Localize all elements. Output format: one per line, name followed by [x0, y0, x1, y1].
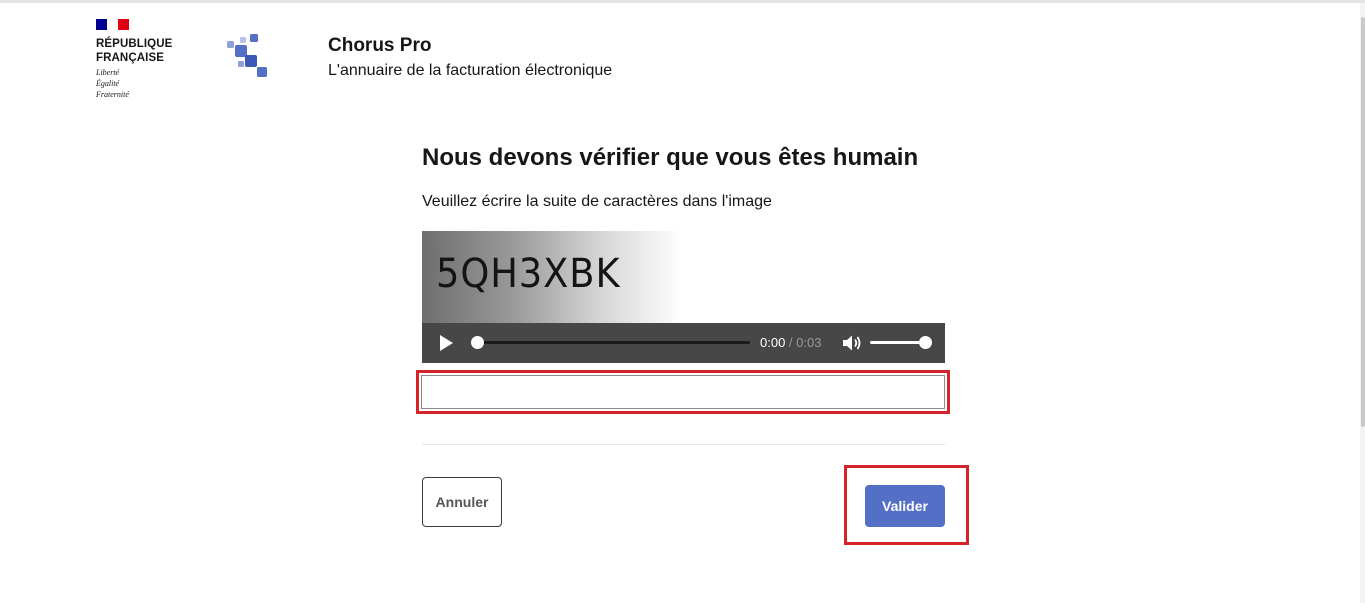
french-flag-icon — [96, 19, 129, 30]
flag-white-stripe — [107, 19, 118, 30]
audio-current-time: 0:00 — [760, 335, 786, 350]
service-tagline: L'annuaire de la facturation électroniqu… — [328, 62, 613, 79]
republique-line-1: RÉPUBLIQUE — [96, 38, 173, 50]
captcha-image: 5QH3XBK — [422, 231, 683, 323]
motto-fraternite: Fraternité — [96, 90, 129, 99]
scrollbar-track[interactable] — [1360, 3, 1365, 603]
audio-duration: 0:03 — [796, 335, 822, 350]
volume-icon[interactable] — [842, 334, 862, 352]
captcha-audio-player: 0:00 / 0:03 — [422, 323, 945, 363]
validate-button[interactable]: Valider — [865, 485, 945, 527]
top-border — [0, 0, 1365, 3]
motto-egalite: Égalité — [96, 79, 120, 88]
volume-slider[interactable] — [870, 336, 932, 349]
audio-time: 0:00 / 0:03 — [760, 335, 821, 351]
audio-progress-handle[interactable] — [471, 336, 484, 349]
motto-liberte: Liberté — [96, 68, 120, 77]
republique-francaise-name: RÉPUBLIQUE FRANÇAISE — [96, 37, 186, 65]
captcha-input[interactable] — [421, 375, 945, 409]
republique-motto: Liberté Égalité Fraternité — [96, 67, 186, 100]
flag-red-stripe — [118, 19, 129, 30]
volume-handle[interactable] — [919, 336, 932, 349]
service-name-block[interactable]: Chorus Pro L'annuaire de la facturation … — [328, 34, 612, 82]
chorus-pro-logo-icon[interactable] — [226, 33, 272, 81]
republique-francaise-logo[interactable]: RÉPUBLIQUE FRANÇAISE Liberté Égalité Fra… — [96, 19, 186, 100]
flag-blue-stripe — [96, 19, 107, 30]
audio-progress-slider[interactable] — [471, 336, 750, 349]
audio-time-separator: / — [785, 335, 797, 350]
captcha-section: Nous devons vérifier que vous êtes humai… — [422, 140, 945, 214]
scrollbar-thumb[interactable] — [1361, 17, 1365, 427]
divider — [422, 444, 945, 445]
play-icon[interactable] — [440, 335, 453, 351]
service-title: Chorus Pro — [328, 35, 432, 56]
captcha-instructions: Veuillez écrire la suite de caractères d… — [422, 193, 772, 210]
republique-line-2: FRANÇAISE — [96, 52, 164, 64]
page-title: Nous devons vérifier que vous êtes humai… — [422, 144, 919, 171]
captcha-characters: 5QH3XBK — [436, 251, 621, 297]
cancel-button[interactable]: Annuler — [422, 477, 502, 527]
